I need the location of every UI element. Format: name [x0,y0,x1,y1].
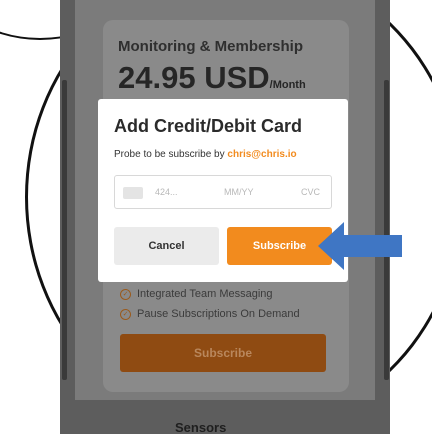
feature-item: ✓ Pause Subscriptions On Demand [120,308,300,320]
card-number-field[interactable]: 424... [155,187,178,197]
check-circle-icon: ✓ [120,288,131,300]
cvc-field[interactable]: CVC [301,187,320,197]
subscriber-email: chris@chris.io [227,149,297,160]
feature-label: Integrated Team Messaging [137,288,273,300]
check-circle-icon: ✓ [120,308,131,320]
modal-subtitle: Probe to be subscribe by chris@chris.io [114,149,297,160]
cancel-button[interactable]: Cancel [114,227,219,265]
plan-price-unit: /Month [269,79,306,91]
modal-title: Add Credit/Debit Card [114,116,303,136]
credit-card-icon [123,187,143,199]
sensors-heading: Sensors [175,420,227,434]
modal-subtitle-text: Probe to be subscribe by [114,149,228,160]
phone-edge-left [62,80,67,380]
zoom-illustration: Monitoring & Membership 24.95 USD/Month … [0,0,432,434]
background-subscribe-button[interactable]: Subscribe [120,334,326,372]
subscribe-button[interactable]: Subscribe [227,227,332,265]
plan-price-amount: 24.95 USD [118,60,270,95]
plan-price: 24.95 USD/Month [118,60,306,96]
feature-item: ✓ Integrated Team Messaging [120,288,273,300]
plan-name: Monitoring & Membership [118,38,303,55]
feature-label: Pause Subscriptions On Demand [137,308,300,320]
add-card-modal: Add Credit/Debit Card Probe to be subscr… [98,99,348,282]
expiry-field[interactable]: MM/YY [224,187,254,197]
pointer-arrow-icon [318,222,402,270]
card-input[interactable]: 424... MM/YY CVC [114,175,332,209]
